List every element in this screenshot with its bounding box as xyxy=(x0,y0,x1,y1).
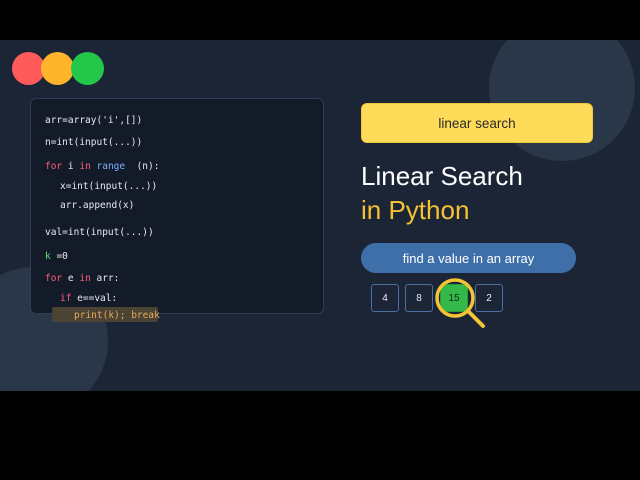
code-line-10: print(k); break xyxy=(74,310,160,321)
code-line-4: x=int(input(...)) xyxy=(60,181,158,192)
function-name: range xyxy=(90,161,131,172)
maximize-dot-icon[interactable] xyxy=(71,52,104,85)
code-line-9: if e==val: xyxy=(60,293,117,304)
code-line-5: arr.append(x) xyxy=(60,200,135,211)
code-line-7: k =0 xyxy=(45,251,68,262)
code-line-1: arr=array('i',[]) xyxy=(45,115,143,126)
keyword: for xyxy=(45,273,63,284)
video-frame: arr=array('i',[]) n=int(input(...)) for … xyxy=(0,40,640,391)
topic-badge: linear search xyxy=(361,103,593,143)
code-text: =0 xyxy=(50,251,68,262)
keyword: if xyxy=(60,293,72,304)
code-text: (n): xyxy=(130,161,160,172)
keyword: in xyxy=(79,161,91,172)
code-panel: arr=array('i',[]) n=int(input(...)) for … xyxy=(30,98,324,322)
code-line-2: n=int(input(...)) xyxy=(45,137,143,148)
keyword: for xyxy=(45,161,63,172)
array-cell: 8 xyxy=(405,284,433,312)
code-text: arr: xyxy=(90,273,120,284)
code-text: e==val: xyxy=(71,293,118,304)
page-title-line-1: Linear Search xyxy=(361,161,523,191)
code-line-6: val=int(input(...)) xyxy=(45,227,154,238)
array-cell: 4 xyxy=(371,284,399,312)
variable: e xyxy=(62,273,80,284)
keyword: in xyxy=(79,273,91,284)
magnifier-icon xyxy=(435,278,485,328)
variable: i xyxy=(62,161,80,172)
subtitle-pill: find a value in an array xyxy=(361,243,576,273)
code-line-3: for i in range (n): xyxy=(45,161,159,172)
code-line-8: for e in arr: xyxy=(45,273,119,284)
minimize-dot-icon[interactable] xyxy=(41,52,74,85)
page-title-line-2: in Python xyxy=(361,195,470,225)
